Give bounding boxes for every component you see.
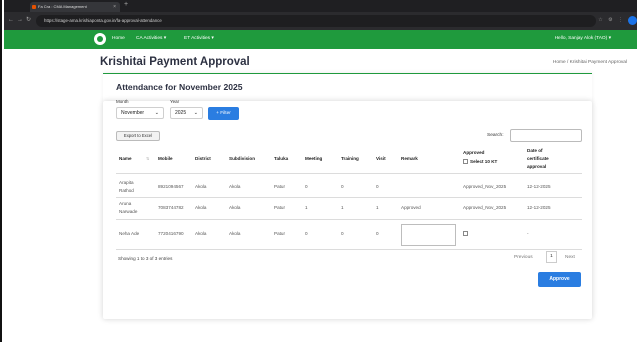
cell-taluka: Patur (274, 231, 285, 236)
cell-taluka: Patur (274, 205, 285, 210)
filter-button[interactable]: + Filter (208, 107, 239, 120)
app-window: Fa Cra : CMA Management × + ←→↻ https://… (0, 0, 637, 342)
cell-mobile: 7720416790 (158, 231, 184, 236)
cell-training: 0 (341, 231, 344, 236)
col-training[interactable]: Training (341, 156, 359, 161)
row-divider (116, 197, 582, 198)
nav-home[interactable]: Home (112, 36, 125, 41)
browser-address-bar: ←→↻ https://stage-ama.krishiaponta.gov.i… (4, 12, 637, 30)
col-meeting[interactable]: Meeting (305, 156, 322, 161)
page-number-button[interactable]: 1 (546, 251, 557, 263)
cell-name: Rathod (119, 188, 134, 193)
col-subdivision[interactable]: Subdivision (229, 156, 255, 161)
nav-et-activities[interactable]: ET Activities ▾ (184, 36, 214, 41)
col-remark[interactable]: Remark (401, 156, 418, 161)
month-label: Month (116, 99, 129, 104)
cell-mobile: 8921094567 (158, 184, 184, 189)
browser-toolbar-icons[interactable]: ☆ ⚙ ⋮ (598, 17, 625, 23)
previous-page-link[interactable]: Previous (514, 255, 533, 260)
cell-training: 1 (341, 205, 344, 210)
row-divider (116, 219, 582, 220)
col-approved-select-label: Select 10 KT (470, 159, 498, 164)
month-select-value: November (121, 110, 145, 116)
browser-tab-bar: Fa Cra : CMA Management × + (4, 0, 637, 12)
cell-taluka: Patur (274, 184, 285, 189)
cell-subdivision: Akola (229, 205, 241, 210)
col-approved[interactable]: Approved (463, 150, 484, 155)
cell-remark: Approved (401, 205, 421, 210)
cell-approved: Approved_Nov_2025 (463, 184, 507, 189)
year-select[interactable]: 2025 ⌄ (170, 107, 203, 119)
cell-meeting: 0 (305, 184, 308, 189)
cell-visit: 1 (376, 205, 379, 210)
export-excel-button[interactable]: Export to Excel (116, 131, 160, 141)
sort-icon[interactable]: ⇅ (146, 156, 149, 161)
cell-training: 0 (341, 184, 344, 189)
nav-user-menu[interactable]: Hello, Sanjay Alok (TAO) ▾ (555, 36, 611, 41)
row-divider (116, 249, 582, 250)
remark-textarea[interactable] (401, 224, 456, 246)
col-mobile[interactable]: Mobile (158, 156, 173, 161)
app-navbar: Home CA Activities ▾ ET Activities ▾ Hel… (4, 30, 637, 49)
browser-tab[interactable]: Fa Cra : CMA Management × (30, 2, 120, 12)
profile-icon[interactable] (628, 16, 637, 25)
col-taluka[interactable]: Taluka (274, 156, 288, 161)
col-date-line1[interactable]: Date of (527, 148, 543, 153)
cell-approved: Approved_Nov_2025 (463, 205, 507, 210)
cell-district: Akola (195, 231, 207, 236)
year-select-value: 2025 (175, 110, 187, 116)
breadcrumb[interactable]: Home / Krishitai Payment Approval (553, 60, 627, 65)
col-date-line2[interactable]: certificate (527, 156, 549, 161)
nav-ca-activities[interactable]: CA Activities ▾ (136, 36, 166, 41)
next-page-link[interactable]: Next (565, 255, 575, 260)
cell-meeting: 1 (305, 205, 308, 210)
cell-subdivision: Akola (229, 184, 241, 189)
chevron-down-icon: ⌄ (193, 110, 198, 116)
cell-meeting: 0 (305, 231, 308, 236)
year-label: Year (170, 99, 180, 104)
card-title: Attendance for November 2025 (116, 82, 243, 92)
cell-date: 12-12-2025 (527, 205, 551, 210)
site-favicon-icon (32, 5, 36, 9)
col-name[interactable]: Name (119, 156, 132, 161)
cell-district: Akola (195, 205, 207, 210)
cell-date: 12-12-2025 (527, 184, 551, 189)
browser-tab-title: Fa Cra : CMA Management (38, 4, 87, 9)
cell-mobile: 7083744782 (158, 205, 184, 210)
search-label: Search: (487, 133, 504, 138)
new-tab-icon[interactable]: + (124, 1, 128, 8)
table-info: Showing 1 to 3 of 3 entries (118, 256, 173, 261)
cell-visit: 0 (376, 231, 379, 236)
cell-name: Arapita (119, 180, 134, 185)
col-visit[interactable]: Visit (376, 156, 386, 161)
url-field[interactable]: https://stage-ama.krishiaponta.gov.in/fa… (36, 15, 596, 27)
page-title: Krishitai Payment Approval (100, 56, 250, 68)
cell-subdivision: Akola (229, 231, 241, 236)
cell-name: Aruna (119, 201, 132, 206)
col-date-line3[interactable]: approval (527, 164, 546, 169)
approve-button[interactable]: Approve (538, 272, 581, 287)
cell-date: - (527, 231, 529, 236)
cell-name: Neha Ade (119, 231, 140, 236)
cell-district: Akola (195, 184, 207, 189)
col-district[interactable]: District (195, 156, 211, 161)
select-10-kt-checkbox[interactable] (463, 159, 468, 164)
chevron-down-icon: ⌄ (154, 110, 159, 116)
approve-row-checkbox[interactable] (463, 231, 468, 236)
table-header-divider (116, 173, 582, 174)
browser-nav-icons[interactable]: ←→↻ (8, 16, 34, 23)
close-tab-icon[interactable]: × (113, 2, 116, 12)
cell-name: Narwade (119, 209, 138, 214)
month-select[interactable]: November ⌄ (116, 107, 164, 119)
logo-icon[interactable] (94, 33, 106, 45)
cell-visit: 0 (376, 184, 379, 189)
search-input[interactable] (510, 129, 582, 142)
